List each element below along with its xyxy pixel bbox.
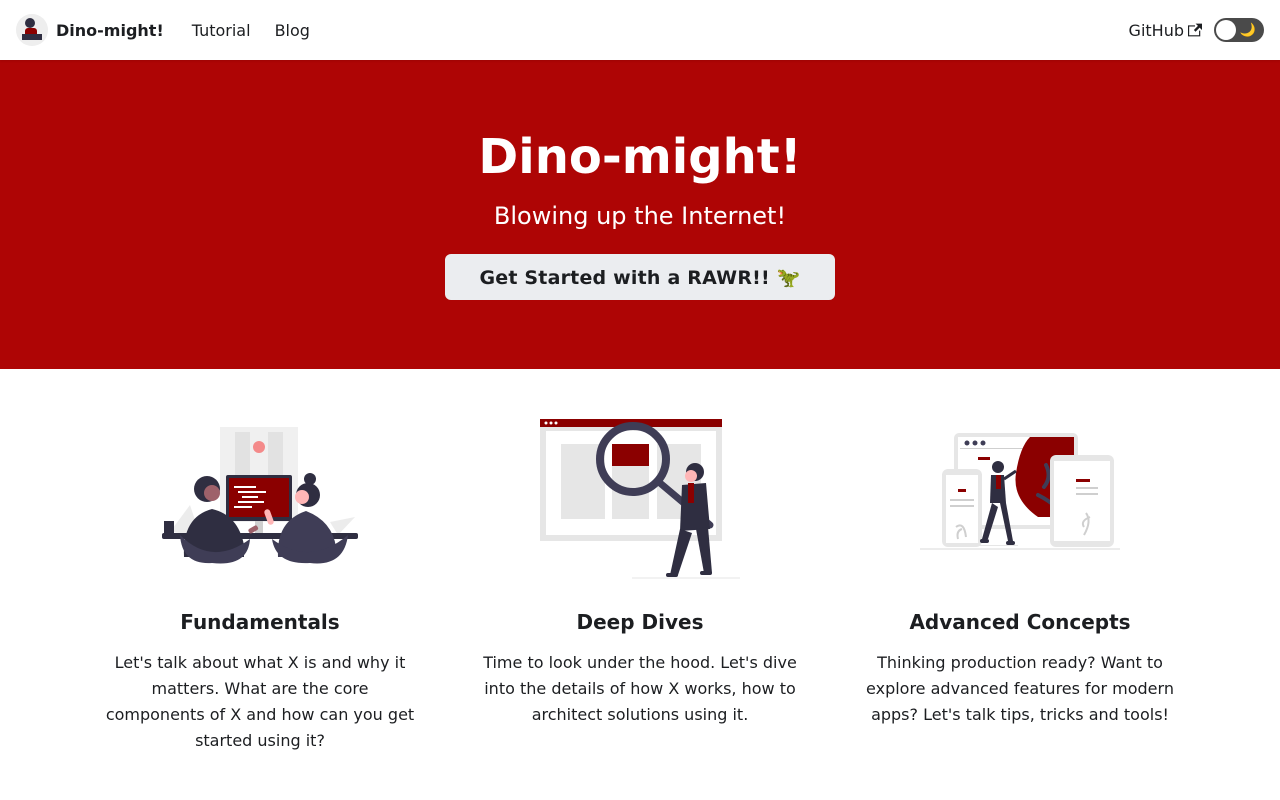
nav-link-blog[interactable]: Blog xyxy=(263,21,322,40)
hero-subtitle: Blowing up the Internet! xyxy=(493,202,787,231)
get-started-button[interactable]: Get Started with a RAWR!! 🦖 xyxy=(445,254,835,301)
hero-banner: Dino-might! Blowing up the Internet! Get… xyxy=(0,60,1280,369)
feature-card: Deep Dives Time to look under the hood. … xyxy=(480,417,800,754)
feature-description: Thinking production ready? Want to explo… xyxy=(866,653,1174,724)
features-section: Fundamentals Let's talk about what X is … xyxy=(0,369,1280,754)
github-label: GitHub xyxy=(1128,20,1184,40)
feature-card: Fundamentals Let's talk about what X is … xyxy=(100,417,420,754)
nav-right: GitHub 🌙 xyxy=(1129,18,1264,42)
feature-description: Let's talk about what X is and why it ma… xyxy=(105,653,415,750)
pair-programming-illustration xyxy=(162,427,358,564)
brand-title: Dino-might! xyxy=(56,20,164,40)
dino-logo-icon xyxy=(16,14,48,46)
feature-title: Fundamentals xyxy=(180,610,340,634)
feature-title: Advanced Concepts xyxy=(909,610,1131,634)
external-link-icon xyxy=(1188,23,1202,37)
hero-title: Dino-might! xyxy=(478,128,802,185)
feature-title: Deep Dives xyxy=(576,610,704,634)
toggle-knob xyxy=(1216,20,1236,40)
nav-link-tutorial[interactable]: Tutorial xyxy=(180,21,263,40)
feature-description: Time to look under the hood. Let's dive … xyxy=(483,653,797,724)
feature-card: Advanced Concepts Thinking production re… xyxy=(860,417,1180,754)
multi-device-illustration xyxy=(920,433,1120,550)
theme-toggle[interactable]: 🌙 xyxy=(1214,18,1264,42)
moon-icon: 🌙 xyxy=(1239,22,1256,38)
magnifying-glass-illustration xyxy=(540,419,740,579)
navbar: Dino-might! Tutorial Blog GitHub 🌙 xyxy=(0,0,1280,60)
brand-link[interactable]: Dino-might! xyxy=(16,14,164,46)
github-link[interactable]: GitHub xyxy=(1129,21,1202,40)
